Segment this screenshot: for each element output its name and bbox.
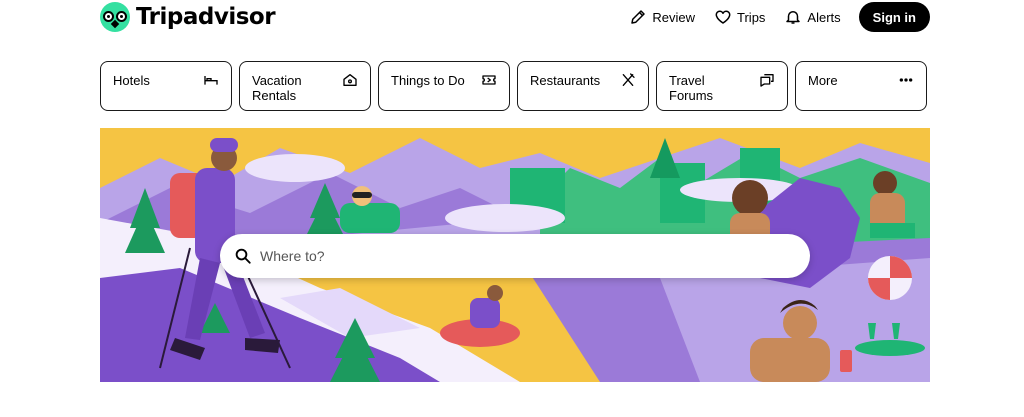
- search-bar[interactable]: [220, 234, 810, 278]
- category-vacation-rentals[interactable]: Vacation Rentals: [239, 61, 371, 111]
- pencil-icon: [631, 10, 646, 24]
- category-label: Things to Do: [391, 73, 465, 88]
- category-travel-forums[interactable]: Travel Forums: [656, 61, 788, 111]
- category-label: More: [808, 73, 838, 88]
- category-label: Hotels: [113, 73, 150, 88]
- category-hotels[interactable]: Hotels: [100, 61, 232, 111]
- chat-bubbles-icon: [760, 74, 774, 87]
- category-things-to-do[interactable]: Things to Do: [378, 61, 510, 111]
- header-nav: Review Trips Alerts Sign in: [610, 2, 930, 32]
- review-link[interactable]: Review: [629, 8, 695, 26]
- category-label: Restaurants: [530, 73, 601, 88]
- logo-text: Tripadvisor: [136, 4, 276, 30]
- bell-icon: [786, 11, 801, 24]
- trips-link[interactable]: Trips: [714, 8, 765, 26]
- house-icon: [343, 74, 357, 86]
- category-label: Vacation Rentals: [252, 73, 302, 103]
- heart-icon: [715, 10, 731, 24]
- category-nav: Hotels Vacation Rentals Things to Do Res…: [100, 61, 927, 111]
- bed-icon: [204, 76, 218, 85]
- alerts-link[interactable]: Alerts: [784, 8, 841, 26]
- hero-banner: [100, 128, 930, 382]
- sign-in-button[interactable]: Sign in: [858, 2, 930, 32]
- ticket-icon: [482, 75, 496, 85]
- trips-label: Trips: [737, 9, 766, 25]
- fork-knife-icon: [622, 73, 635, 86]
- tripadvisor-logo[interactable]: Tripadvisor: [100, 2, 276, 32]
- top-header: Tripadvisor Review Trips Alerts Sign in: [0, 0, 1024, 34]
- search-icon: [235, 248, 251, 264]
- category-more[interactable]: More: [795, 61, 927, 111]
- category-restaurants[interactable]: Restaurants: [517, 61, 649, 111]
- category-label: Travel Forums: [669, 73, 714, 103]
- more-dots-icon: [899, 78, 913, 82]
- review-label: Review: [652, 9, 696, 25]
- owl-logo-icon: [100, 2, 130, 32]
- alerts-label: Alerts: [807, 9, 841, 25]
- search-input[interactable]: [260, 248, 760, 264]
